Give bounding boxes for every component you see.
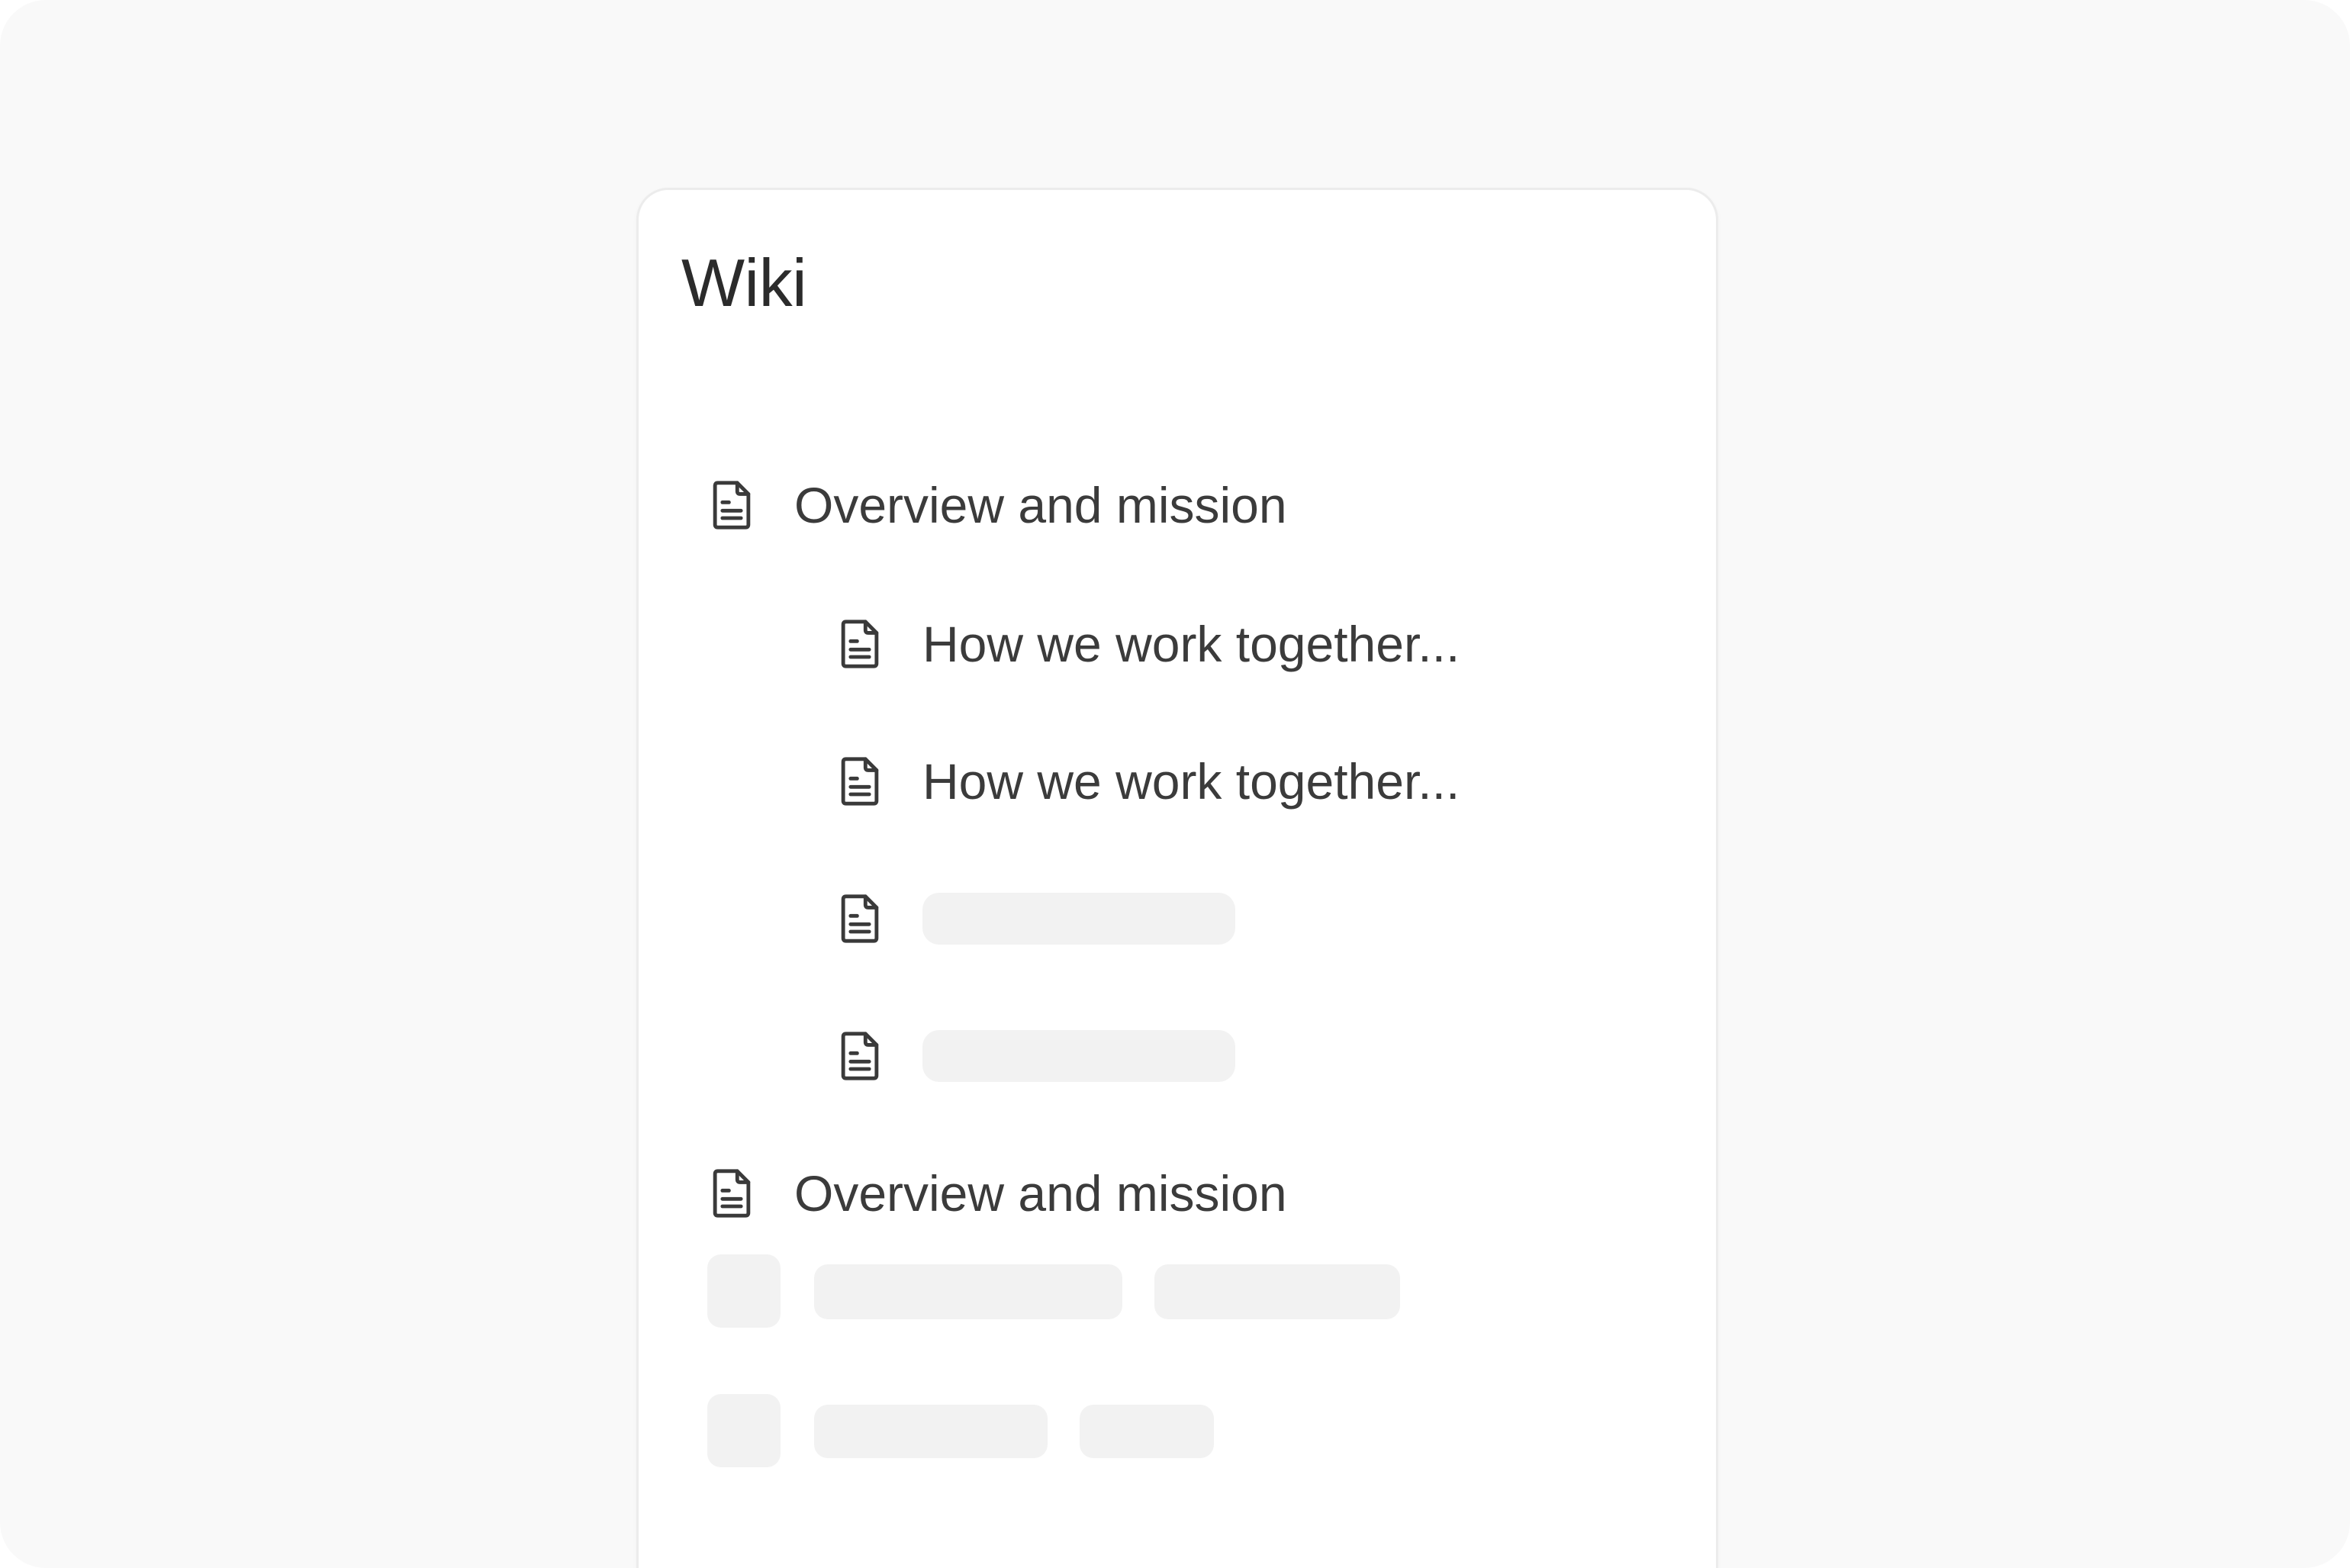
wiki-subpage-item[interactable]: How we work together... (835, 739, 1460, 823)
wiki-page-item[interactable]: Overview and mission (707, 463, 1287, 547)
skeleton-icon-placeholder (707, 1394, 781, 1467)
document-icon (707, 1166, 756, 1221)
document-icon (835, 1029, 884, 1083)
wiki-subpage-title: How we work together... (922, 753, 1460, 810)
document-icon (835, 891, 884, 946)
skeleton-text-placeholder (1080, 1405, 1214, 1458)
wiki-subpage-title: How we work together... (922, 616, 1460, 672)
skeleton-icon-placeholder (707, 1254, 781, 1328)
page-background: Wiki Overview and mission How we work to… (0, 0, 2350, 1568)
wiki-subpage-item[interactable]: How we work together... (835, 602, 1460, 686)
title-skeleton-placeholder (922, 1030, 1235, 1082)
wiki-subpage-item-loading[interactable] (835, 877, 1235, 961)
skeleton-text-placeholder (814, 1405, 1048, 1458)
document-icon (707, 478, 756, 533)
document-icon (835, 754, 884, 809)
skeleton-text-placeholder (1154, 1264, 1400, 1319)
wiki-title: Wiki (681, 245, 807, 320)
wiki-page-item[interactable]: Overview and mission (707, 1151, 1287, 1235)
skeleton-text-placeholder (814, 1264, 1122, 1319)
wiki-page-title: Overview and mission (794, 477, 1287, 533)
document-icon (835, 617, 884, 671)
wiki-panel: Wiki Overview and mission How we work to… (636, 188, 1718, 1568)
title-skeleton-placeholder (922, 893, 1235, 945)
wiki-subpage-item-loading[interactable] (835, 1014, 1235, 1098)
wiki-page-title: Overview and mission (794, 1165, 1287, 1222)
